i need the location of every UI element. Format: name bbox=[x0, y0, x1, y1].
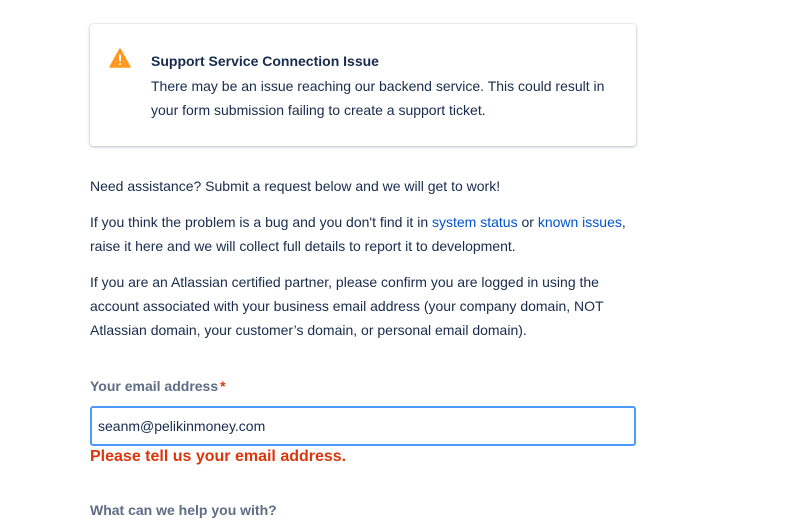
help-topic-label: What can we help you with? bbox=[90, 502, 277, 518]
required-marker: * bbox=[220, 378, 226, 394]
partner-notice-text: If you are an Atlassian certified partne… bbox=[90, 274, 604, 338]
email-field-label: Your email address * bbox=[90, 377, 226, 395]
intro-text: Need assistance? Submit a request below … bbox=[90, 178, 501, 194]
support-request-page: Support Service Connection Issue There m… bbox=[0, 0, 786, 522]
banner-title: Support Service Connection Issue bbox=[151, 53, 379, 69]
email-label-text: Your email address bbox=[90, 378, 219, 394]
email-input[interactable] bbox=[90, 406, 636, 446]
system-status-link[interactable]: system status bbox=[432, 214, 518, 230]
warning-icon bbox=[109, 48, 131, 68]
connection-warning-banner: Support Service Connection Issue There m… bbox=[90, 24, 636, 146]
known-issues-link[interactable]: known issues bbox=[538, 214, 622, 230]
bug-report-text: If you think the problem is a bug and yo… bbox=[90, 210, 630, 258]
bug-text-prefix: If you think the problem is a bug and yo… bbox=[90, 214, 432, 230]
banner-message: There may be an issue reaching our backe… bbox=[151, 78, 605, 118]
email-error-message: Please tell us your email address. bbox=[90, 448, 347, 465]
bug-text-or: or bbox=[517, 214, 538, 230]
